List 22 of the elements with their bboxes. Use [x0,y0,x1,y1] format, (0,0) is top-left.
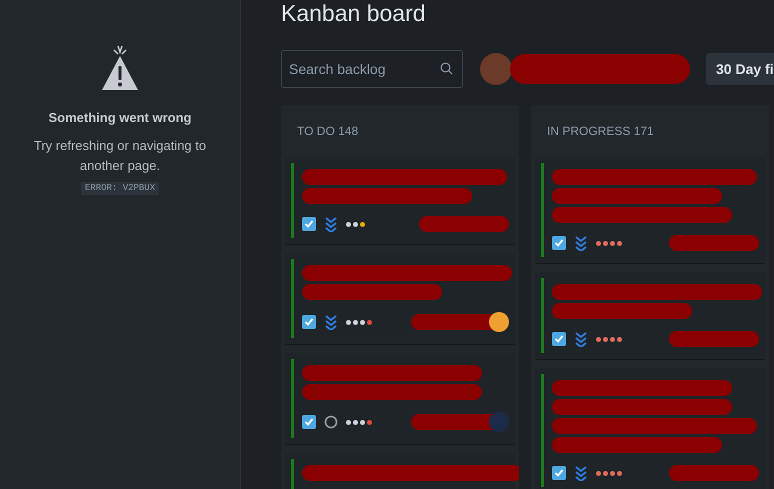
checkbox-icon [302,315,316,329]
checkbox-icon [552,332,566,346]
circle-icon [324,415,338,429]
error-title: Something went wrong [48,109,192,127]
column-header: IN PROGRESS 171 [546,123,655,140]
error-code: ERROR: V2PBUX [80,182,160,195]
avatar[interactable] [480,53,512,85]
chevrons-down-icon [324,216,338,232]
checkbox-icon [552,466,566,480]
chevrons-down-icon [324,314,338,330]
error-message: Try refreshing or navigating to another page. [32,136,208,175]
checkbox-icon [552,236,566,250]
search-icon [440,62,453,75]
search-field[interactable]: Search backlog [281,50,463,88]
checkbox-icon [302,217,316,231]
chevrons-down-icon [574,235,588,251]
filter-button[interactable]: 30 Day fi [706,53,774,85]
chevrons-down-icon [574,331,588,347]
column-header: TO DO 148 [296,123,360,140]
page-title: Kanban board [281,0,427,26]
chevrons-down-icon [574,465,588,481]
checkbox-icon [302,415,316,429]
